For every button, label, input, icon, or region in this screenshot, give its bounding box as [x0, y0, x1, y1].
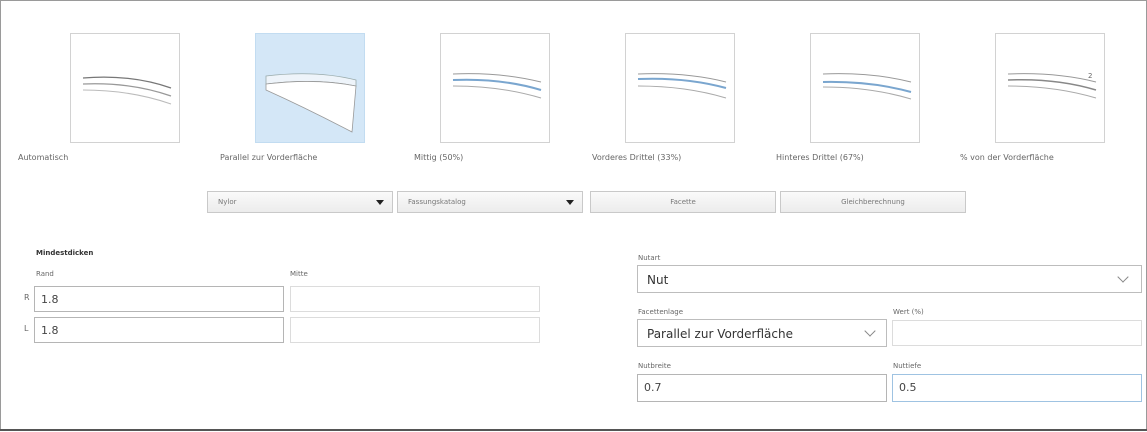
nutart-select[interactable]: Nut: [637, 265, 1142, 293]
wert-input[interactable]: [892, 320, 1142, 346]
gleichberechnung-button[interactable]: Gleichberechnung: [780, 191, 966, 213]
facette-button[interactable]: Facette: [590, 191, 776, 213]
caret-down-icon: [566, 200, 574, 205]
facettenlage-select-value: Parallel zur Vorderfläche: [647, 327, 793, 341]
bevel-option-parallel[interactable]: [255, 33, 365, 143]
row-side-l: L: [24, 324, 29, 333]
bevel-label-automatic: Automatisch: [18, 153, 69, 162]
nutbreite-label: Nutbreite: [638, 362, 671, 370]
bevel-option-front-third[interactable]: [625, 33, 735, 143]
bevel-label-parallel: Parallel zur Vorderfläche: [220, 153, 318, 162]
nutart-label: Nutart: [638, 254, 661, 262]
bevel-back-third-icon: [822, 73, 912, 100]
rand-r-input[interactable]: 1.8: [34, 286, 284, 312]
caret-down-icon: [376, 200, 384, 205]
col-rand-label: Rand: [36, 270, 54, 278]
chevron-down-icon: [864, 325, 876, 337]
bevel-center-icon: [452, 73, 542, 99]
bevel-label-back-third: Hinteres Drittel (67%): [776, 153, 864, 162]
bevel-parallel-icon: [265, 73, 357, 133]
material-dropdown-value: Nylor: [218, 198, 237, 206]
mitte-r-input[interactable]: [290, 286, 540, 312]
mitte-l-input[interactable]: [290, 317, 540, 343]
bevel-option-center[interactable]: [440, 33, 550, 143]
nuttiefe-input[interactable]: 0.5: [892, 374, 1142, 402]
svg-text:2: 2: [1088, 72, 1092, 80]
catalog-dropdown-value: Fassungskatalog: [408, 198, 466, 206]
col-mitte-label: Mitte: [290, 270, 308, 278]
bevel-label-percent: % von der Vorderfläche: [960, 153, 1054, 162]
chevron-down-icon: [1117, 271, 1129, 283]
material-dropdown[interactable]: Nylor: [207, 191, 393, 213]
rand-l-input[interactable]: 1.8: [34, 317, 284, 343]
bevel-label-front-third: Vorderes Drittel (33%): [592, 153, 682, 162]
bevel-option-back-third[interactable]: [810, 33, 920, 143]
bevel-label-center: Mittig (50%): [414, 153, 464, 162]
nuttiefe-label: Nuttiefe: [893, 362, 922, 370]
row-side-r: R: [24, 293, 30, 302]
bevel-option-percent[interactable]: 2: [995, 33, 1105, 143]
nutart-select-value: Nut: [647, 273, 669, 287]
min-thickness-title: Mindestdicken: [36, 249, 94, 257]
nutbreite-input[interactable]: 0.7: [637, 374, 887, 402]
bevel-front-third-icon: [637, 73, 727, 99]
facettenlage-select[interactable]: Parallel zur Vorderfläche: [637, 319, 887, 347]
catalog-dropdown[interactable]: Fassungskatalog: [397, 191, 583, 213]
facettenlage-label: Facettenlage: [638, 308, 684, 316]
wert-label: Wert (%): [893, 308, 924, 316]
bevel-option-automatic[interactable]: [70, 33, 180, 143]
window-bottom-border: [0, 429, 1147, 431]
bevel-percent-icon: 2: [1007, 72, 1097, 99]
bevel-automatic-icon: [82, 76, 172, 105]
